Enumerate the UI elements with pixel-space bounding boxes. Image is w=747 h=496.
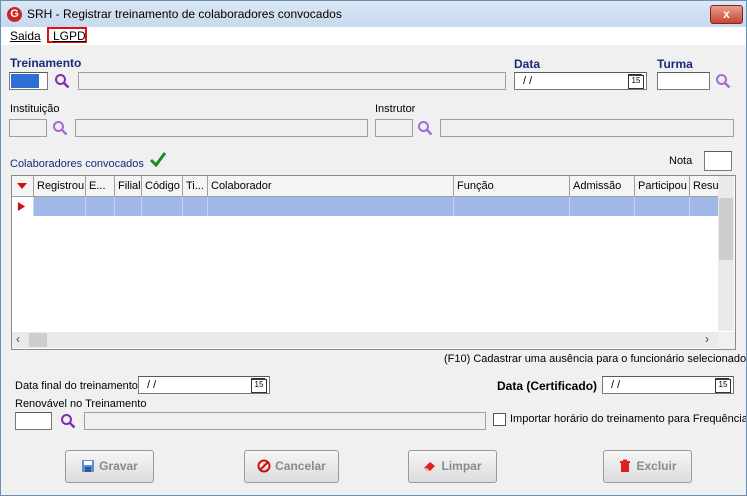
calendar-icon[interactable]: 15 xyxy=(251,378,267,393)
col-header-e[interactable]: E... xyxy=(86,176,115,196)
col-header-ti[interactable]: Ti... xyxy=(183,176,208,196)
cell-colaborador[interactable] xyxy=(208,197,454,216)
cancelar-label: Cancelar xyxy=(275,459,326,473)
limpar-button[interactable]: Limpar xyxy=(408,450,497,483)
excluir-button[interactable]: Excluir xyxy=(603,450,692,483)
renovavel-description-field xyxy=(84,412,486,430)
instituicao-search-icon[interactable] xyxy=(52,120,68,136)
treinamento-description-field xyxy=(78,72,506,90)
vertical-scrollbar[interactable] xyxy=(718,176,734,331)
calendar-icon[interactable]: 15 xyxy=(715,378,731,393)
f10-hint: (F10) Cadastrar uma ausência para o func… xyxy=(444,353,747,365)
selection-highlight xyxy=(11,74,39,88)
cancel-icon xyxy=(257,454,271,473)
col-header-registrou[interactable]: Registrou xyxy=(34,176,86,196)
close-button[interactable]: x xyxy=(710,5,743,24)
col-header-colaborador[interactable]: Colaborador xyxy=(208,176,454,196)
menu-lgpd[interactable]: LGPD xyxy=(53,29,86,43)
row-pointer-icon xyxy=(12,197,34,216)
cell-admissao[interactable] xyxy=(570,197,635,216)
instrutor-label: Instrutor xyxy=(375,103,416,115)
col-header-codigo[interactable]: Código xyxy=(142,176,183,196)
importar-label: Importar horário do treinamento para Fre… xyxy=(510,413,747,425)
window-title: SRH - Registrar treinamento de colaborad… xyxy=(27,7,342,21)
cell-participou[interactable] xyxy=(635,197,690,216)
cell-codigo[interactable] xyxy=(142,197,183,216)
sort-indicator-icon[interactable] xyxy=(12,176,34,196)
eraser-icon xyxy=(423,454,437,471)
col-header-admissao[interactable]: Admissão xyxy=(570,176,635,196)
data-certificado-value: / / xyxy=(611,379,621,391)
importar-checkbox[interactable] xyxy=(493,413,506,426)
nota-input[interactable] xyxy=(704,151,732,171)
data-label: Data xyxy=(514,57,541,71)
instrutor-search-icon[interactable] xyxy=(417,120,433,136)
col-header-filial[interactable]: Filial xyxy=(115,176,142,196)
menu-bar: Saida LGPD xyxy=(1,27,746,45)
gravar-button[interactable]: Gravar xyxy=(65,450,154,483)
cell-registrou[interactable] xyxy=(34,197,86,216)
turma-label: Turma xyxy=(657,57,693,71)
treinamento-label: Treinamento xyxy=(10,56,82,70)
application-window: G SRH - Registrar treinamento de colabor… xyxy=(0,0,747,496)
horizontal-scroll-thumb[interactable] xyxy=(29,333,47,347)
gravar-label: Gravar xyxy=(99,459,138,473)
data-final-label: Data final do treinamento xyxy=(15,380,138,392)
cell-e[interactable] xyxy=(86,197,115,216)
col-header-funcao[interactable]: Função xyxy=(454,176,570,196)
data-certificado-input[interactable]: / / 15 xyxy=(602,376,734,394)
scroll-right-icon[interactable]: › xyxy=(705,332,709,346)
col-header-resu[interactable]: Resu xyxy=(690,176,718,196)
menu-saida[interactable]: Saida xyxy=(10,29,41,43)
table-row[interactable] xyxy=(12,197,718,216)
scroll-corner xyxy=(718,332,735,349)
renovavel-label: Renovável no Treinamento xyxy=(15,398,147,410)
cell-funcao[interactable] xyxy=(454,197,570,216)
colaboradores-grid: Registrou E... Filial Código Ti... Colab… xyxy=(11,175,736,350)
nota-label: Nota xyxy=(669,155,693,167)
calendar-icon[interactable]: 15 xyxy=(628,74,644,89)
cancelar-button[interactable]: Cancelar xyxy=(244,450,339,483)
instrutor-description-field xyxy=(440,119,734,137)
treinamento-code-input[interactable] xyxy=(9,72,48,90)
data-input[interactable]: / / 15 xyxy=(514,72,647,90)
trash-icon xyxy=(618,454,632,472)
data-certificado-label: Data (Certificado) xyxy=(497,379,598,393)
instrutor-code-input[interactable] xyxy=(375,119,413,137)
data-final-input[interactable]: / / 15 xyxy=(138,376,270,394)
col-header-participou[interactable]: Participou xyxy=(635,176,690,196)
colaboradores-label: Colaboradores convocados xyxy=(10,158,144,170)
grid-header: Registrou E... Filial Código Ti... Colab… xyxy=(12,176,718,197)
turma-input[interactable] xyxy=(657,72,710,90)
vertical-scroll-thumb[interactable] xyxy=(719,198,733,260)
excluir-label: Excluir xyxy=(636,459,677,473)
cell-filial[interactable] xyxy=(115,197,142,216)
scroll-left-icon[interactable]: ‹ xyxy=(16,332,20,346)
limpar-label: Limpar xyxy=(441,459,482,473)
instituicao-code-input[interactable] xyxy=(9,119,47,137)
renovavel-code-input[interactable] xyxy=(15,412,52,430)
data-value: / / xyxy=(523,75,533,87)
save-icon xyxy=(81,454,95,472)
checkmark-icon[interactable] xyxy=(149,151,167,168)
cell-resu[interactable] xyxy=(690,197,718,216)
title-bar: G SRH - Registrar treinamento de colabor… xyxy=(1,1,746,27)
instituicao-description-field xyxy=(75,119,368,137)
app-logo-icon: G xyxy=(7,7,22,22)
horizontal-scrollbar[interactable]: ‹ › xyxy=(12,332,718,348)
cell-ti[interactable] xyxy=(183,197,208,216)
renovavel-search-icon[interactable] xyxy=(60,413,76,429)
treinamento-search-icon[interactable] xyxy=(54,73,70,89)
turma-search-icon[interactable] xyxy=(715,73,731,89)
instituicao-label: Instituição xyxy=(10,103,60,115)
data-final-value: / / xyxy=(147,379,157,391)
